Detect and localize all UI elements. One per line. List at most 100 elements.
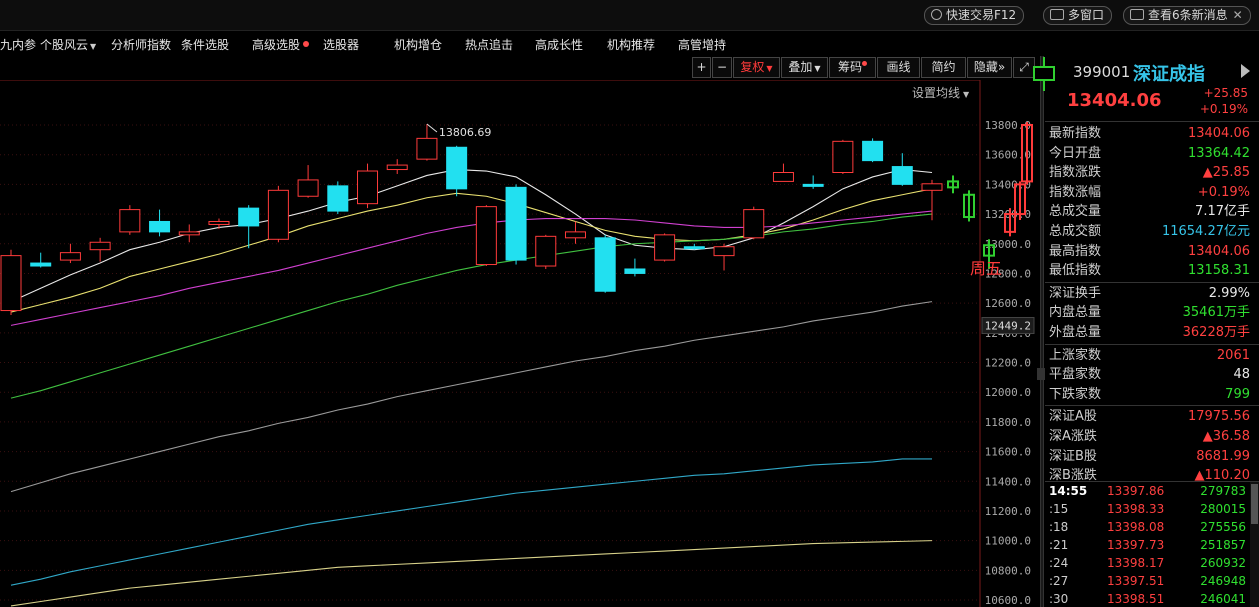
multi-window-button[interactable]: 多窗口 xyxy=(1043,6,1113,25)
menu-item-9[interactable]: 机构推荐 xyxy=(607,36,655,53)
menu-item-2[interactable]: 分析师指数 xyxy=(111,36,171,53)
menu-item-8[interactable]: 高成长性 xyxy=(535,36,583,53)
stat-value: 17975.56 xyxy=(1187,409,1250,425)
tick-volume: 246948 xyxy=(1200,574,1246,588)
overlay-dropdown[interactable]: 叠加 ▼ xyxy=(781,57,828,78)
candle-body xyxy=(238,207,260,227)
fuquan-dropdown[interactable]: 复权 ▼ xyxy=(733,57,780,78)
caret-down-icon: ▼ xyxy=(90,42,97,51)
quick-trade-button[interactable]: 快速交易F12 xyxy=(924,6,1025,25)
message-icon xyxy=(1130,9,1144,20)
menu-item-0[interactable]: 九内参 xyxy=(0,36,36,53)
candle-body xyxy=(446,146,468,190)
candle-body xyxy=(891,166,913,185)
news-button[interactable]: 查看6条新消息 ✕ xyxy=(1123,6,1251,25)
stat-row: 深A涨跌 ▲36.58 xyxy=(1045,427,1259,447)
stat-label: 上涨家数 xyxy=(1049,347,1102,363)
stat-row: 指数涨跌 ▲25.85 xyxy=(1045,163,1259,183)
tick-row: 14:55 13397.86 279783 xyxy=(1045,482,1259,500)
candle-body xyxy=(535,235,557,267)
zoom-in-button[interactable]: + xyxy=(692,57,711,78)
window-icon xyxy=(1050,9,1064,20)
stat-value: 13158.31 xyxy=(1187,263,1250,279)
menu-item-1[interactable]: 个股风云 ▼ xyxy=(40,36,96,53)
index-price: 13404.06 xyxy=(1067,90,1162,111)
kline-chart[interactable]: 13800.0 13600.0 13400.0 13200.0 13000.0 12800… xyxy=(0,79,1036,607)
max-value-label: 13806.69 xyxy=(439,126,492,139)
tick-list[interactable]: 14:55 13397.86 279783:15 13398.33 280015:18 1… xyxy=(1045,481,1259,607)
index-change-pct: +0.19% xyxy=(1199,102,1248,116)
simple-mode-button[interactable]: 简约 xyxy=(921,57,966,78)
stat-label: 外盘总量 xyxy=(1049,324,1102,340)
stat-label: 指数涨幅 xyxy=(1049,184,1102,200)
y-tick-label: 11600.0 xyxy=(985,446,1031,459)
stat-row: 上涨家数 2061 xyxy=(1045,346,1259,366)
stat-value: 2.99% xyxy=(1208,285,1250,301)
menu-item-10[interactable]: 高管增持 xyxy=(678,36,726,53)
stat-row: 最高指数 13404.06 xyxy=(1045,242,1259,262)
tick-time: :30 xyxy=(1049,592,1069,606)
notification-dot-icon xyxy=(862,61,867,66)
stat-row: 下跌家数 799 xyxy=(1045,385,1259,405)
candle-body xyxy=(30,262,52,267)
zoom-out-button[interactable]: − xyxy=(712,57,732,78)
tick-price: 13397.73 xyxy=(1107,538,1165,552)
quote-stats: 最新指数 13404.06 今日开盘 13364.42 指数涨跌 ▲25.85 指数涨幅 +0… xyxy=(1045,124,1259,486)
chips-button[interactable]: 筹码 xyxy=(829,57,876,78)
candle-body xyxy=(921,183,943,191)
stat-row: 最低指数 13158.31 xyxy=(1045,261,1259,281)
tick-price: 13398.08 xyxy=(1107,520,1165,534)
stat-label: 最高指数 xyxy=(1049,243,1102,259)
close-icon[interactable]: ✕ xyxy=(1233,8,1243,22)
y-tick-label: 12600.0 xyxy=(985,297,1031,310)
menu-item-label: 个股风云 xyxy=(40,38,89,52)
stat-value: 36228万手 xyxy=(1182,324,1250,340)
news-label: 查看6条新消息 xyxy=(1148,8,1228,22)
candle-body xyxy=(267,189,289,240)
hide-button[interactable]: 隐藏» xyxy=(967,57,1012,78)
candle-body xyxy=(357,170,379,205)
stat-row: 深证B股 8681.99 xyxy=(1045,447,1259,467)
stat-value: +0.19% xyxy=(1197,184,1250,200)
forecast-label: 周五 xyxy=(970,259,1002,278)
quick-trade-label: 快速交易F12 xyxy=(946,8,1017,22)
menu-item-5[interactable]: 选股器 xyxy=(323,36,359,53)
stat-label: 深证换手 xyxy=(1049,285,1102,301)
tick-time: :21 xyxy=(1049,538,1069,552)
candle-body xyxy=(505,186,527,261)
candle-body xyxy=(802,183,824,187)
stat-value: ▲36.58 xyxy=(1202,428,1250,444)
ma-line xyxy=(10,213,933,399)
next-arrow-icon[interactable] xyxy=(1241,64,1250,78)
ma-line xyxy=(10,458,932,586)
draw-line-button[interactable]: 画线 xyxy=(877,57,920,78)
divider-handle[interactable] xyxy=(1037,368,1045,380)
index-name[interactable]: 深证成指 xyxy=(1133,60,1205,86)
ma-setting-dropdown[interactable]: 设置均线 ▼ xyxy=(912,84,969,101)
stat-label: 指数涨跌 xyxy=(1049,165,1102,181)
stat-label: 深证A股 xyxy=(1049,409,1097,425)
candle-body xyxy=(89,241,111,251)
panel-divider[interactable] xyxy=(1040,56,1044,607)
stat-value: 13404.06 xyxy=(1187,126,1250,141)
menu-item-3[interactable]: 条件选股 xyxy=(181,36,229,53)
stat-label: 内盘总量 xyxy=(1049,305,1102,321)
group-divider xyxy=(1045,281,1259,283)
menu-item-label: 机构增仓 xyxy=(394,38,443,52)
candle-body xyxy=(772,172,794,182)
tick-time: :15 xyxy=(1049,502,1069,516)
y-tick-label: 12000.0 xyxy=(985,386,1031,399)
stat-row: 今日开盘 13364.42 xyxy=(1045,144,1259,164)
menu-item-label: 高成长性 xyxy=(535,38,584,52)
candle-body xyxy=(178,231,200,236)
menu-item-4[interactable]: 高级选股 xyxy=(252,36,310,53)
menu-item-label: 高管增持 xyxy=(678,38,727,52)
menu-item-6[interactable]: 机构增仓 xyxy=(394,36,442,53)
top-bar: 快速交易F12 多窗口 查看6条新消息 ✕ xyxy=(0,0,1259,31)
y-tick-label: 10800.0 xyxy=(985,564,1031,577)
tick-volume: 279783 xyxy=(1200,484,1246,498)
y-tick-label: 11000.0 xyxy=(985,535,1031,548)
tick-volume: 275556 xyxy=(1200,520,1246,534)
multi-window-label: 多窗口 xyxy=(1068,8,1105,22)
menu-item-7[interactable]: 热点追击 xyxy=(465,36,513,53)
